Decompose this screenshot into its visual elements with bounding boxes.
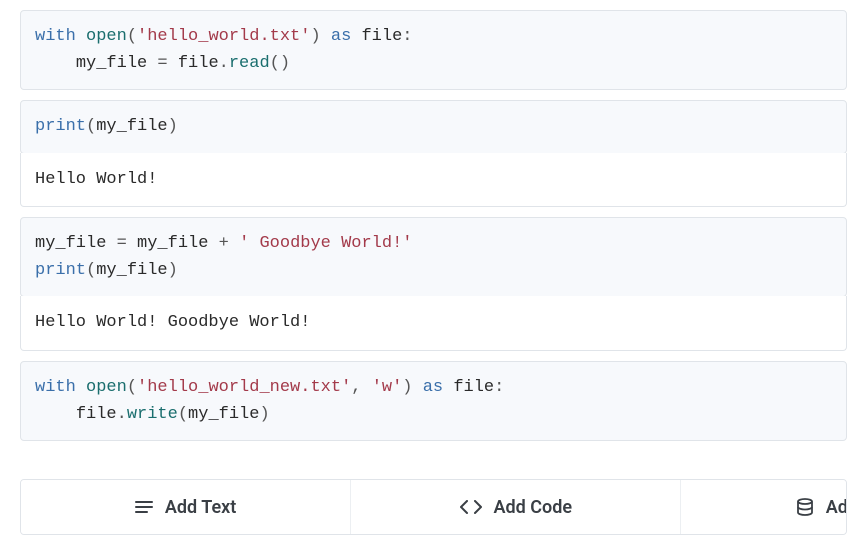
database-icon bbox=[796, 498, 814, 516]
code-token: = bbox=[147, 54, 178, 73]
code-token: ( bbox=[86, 261, 96, 280]
notebook-toolbar: Add Text Add Code Add bbox=[20, 479, 847, 535]
code-token bbox=[35, 54, 76, 73]
code-token: ( bbox=[127, 27, 137, 46]
code-cell[interactable]: with open('hello_world.txt') as file: my… bbox=[20, 10, 847, 90]
code-token: with bbox=[35, 27, 76, 46]
code-token: my_file bbox=[137, 234, 208, 253]
code-token: file bbox=[361, 27, 402, 46]
code-token: read bbox=[229, 54, 270, 73]
code-token: . bbox=[219, 54, 229, 73]
code-token: = bbox=[106, 234, 137, 253]
code-token: . bbox=[117, 405, 127, 424]
code-token: , bbox=[351, 378, 371, 397]
code-token: : bbox=[494, 378, 504, 397]
code-token: ) bbox=[168, 261, 178, 280]
code-token: open bbox=[86, 378, 127, 397]
add-code-button[interactable]: Add Code bbox=[351, 480, 681, 534]
code-token: ' Goodbye World!' bbox=[239, 234, 412, 253]
code-token: ( bbox=[86, 117, 96, 136]
code-token: my_file bbox=[188, 405, 259, 424]
code-token: my_file bbox=[35, 234, 106, 253]
code-token: with bbox=[35, 378, 76, 397]
text-lines-icon bbox=[135, 500, 153, 514]
button-label: Add Code bbox=[494, 497, 573, 518]
code-token: print bbox=[35, 261, 86, 280]
output-cell: Hello World! bbox=[20, 153, 847, 208]
code-token: file bbox=[178, 54, 219, 73]
code-token: 'hello_world.txt' bbox=[137, 27, 310, 46]
notebook: with open('hello_world.txt') as file: my… bbox=[0, 10, 867, 535]
code-token: : bbox=[402, 27, 412, 46]
code-token: ) bbox=[310, 27, 320, 46]
add-more-button[interactable]: Add bbox=[681, 480, 846, 534]
code-cell[interactable]: my_file = my_file + ' Goodbye World!' pr… bbox=[20, 217, 847, 297]
code-cell[interactable]: print(my_file) bbox=[20, 100, 847, 153]
output-cell: Hello World! Goodbye World! bbox=[20, 296, 847, 351]
button-label: Add Text bbox=[165, 497, 236, 518]
code-token: as bbox=[331, 27, 351, 46]
code-token: write bbox=[127, 405, 178, 424]
code-token: ) bbox=[259, 405, 269, 424]
code-token: print bbox=[35, 117, 86, 136]
code-token: ) bbox=[168, 117, 178, 136]
code-token: file bbox=[76, 405, 117, 424]
code-icon bbox=[460, 500, 482, 514]
code-token: my_file bbox=[96, 117, 167, 136]
code-token bbox=[35, 405, 76, 424]
code-token: ( bbox=[178, 405, 188, 424]
button-label: Add bbox=[826, 497, 846, 518]
code-token: + bbox=[208, 234, 239, 253]
code-token: open bbox=[86, 27, 127, 46]
code-token: my_file bbox=[76, 54, 147, 73]
code-token: my_file bbox=[96, 261, 167, 280]
add-text-button[interactable]: Add Text bbox=[21, 480, 351, 534]
code-token: () bbox=[270, 54, 290, 73]
code-token: ) bbox=[402, 378, 412, 397]
code-token: 'w' bbox=[372, 378, 403, 397]
code-token: file bbox=[453, 378, 494, 397]
code-token: 'hello_world_new.txt' bbox=[137, 378, 351, 397]
code-cell[interactable]: with open('hello_world_new.txt', 'w') as… bbox=[20, 361, 847, 441]
code-token: as bbox=[423, 378, 443, 397]
code-token: ( bbox=[127, 378, 137, 397]
